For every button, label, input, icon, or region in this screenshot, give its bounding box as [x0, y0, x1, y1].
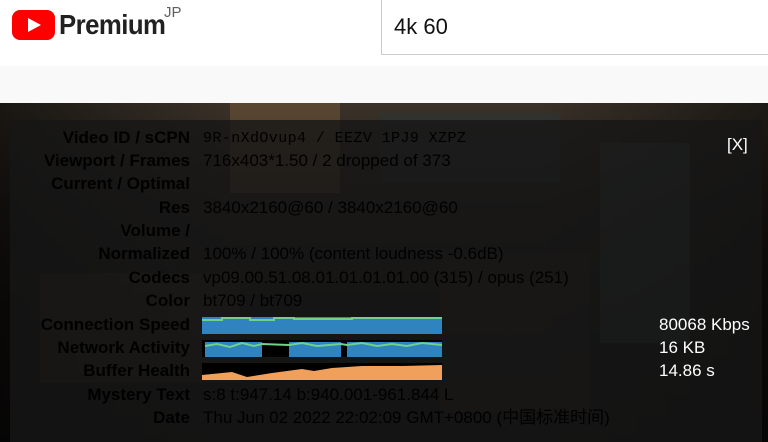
- stat-label-mystery-text: Mystery Text: [87, 385, 190, 404]
- logo-text: Premium: [59, 9, 166, 40]
- buffer-health-graph-svg: [202, 363, 442, 380]
- stat-value-mystery-text: s:8 t:947.14 b:940.001-961.844 L: [203, 385, 454, 404]
- buffer-health-graph: [202, 363, 442, 380]
- stat-label-volume: Volume /: [120, 221, 190, 240]
- network-activity-graph-svg: [202, 340, 442, 357]
- stat-label-codecs: Codecs: [128, 268, 190, 287]
- stat-value-res: 3840x2160@60 / 3840x2160@60: [203, 198, 458, 217]
- stat-label-connection-speed: Connection Speed: [40, 315, 190, 334]
- stats-close-button[interactable]: [X]: [727, 135, 748, 155]
- stat-value-video-id: 9R-nXdOvup4 / EEZV 1PJ9 XZPZ: [203, 130, 467, 147]
- stat-value-color: bt709 / bt709: [203, 291, 303, 310]
- stat-label-res: Res: [158, 198, 190, 217]
- connection-speed-graph-svg: [202, 317, 442, 334]
- stat-value-normalized: 100% / 100% (content loudness -0.6dB): [203, 244, 504, 263]
- youtube-play-icon: [12, 10, 55, 40]
- search-input[interactable]: [392, 12, 766, 42]
- stat-label-network-activity: Network Activity: [57, 338, 190, 357]
- stat-value-network-activity: 16 KB: [659, 338, 706, 357]
- stat-value-buffer-health: 14.86 s: [659, 361, 715, 380]
- stat-value-date: Thu Jun 02 2022 22:02:09 GMT+0800 (中国标准时…: [203, 408, 610, 427]
- connection-speed-graph: [202, 317, 442, 334]
- stat-value-codecs: vp09.00.51.08.01.01.01.01.00 (315) / opu…: [203, 268, 569, 287]
- youtube-premium-logo[interactable]: Premium: [12, 8, 175, 42]
- header: Premium JP: [0, 0, 768, 66]
- network-activity-graph: [202, 340, 442, 357]
- stat-label-date: Date: [153, 408, 190, 427]
- logo-region-code: JP: [164, 4, 182, 21]
- search-box[interactable]: [381, 0, 768, 55]
- stat-label-viewport: Viewport / Frames: [43, 151, 190, 170]
- stat-label-current-optimal: Current / Optimal: [51, 174, 190, 193]
- stat-value-connection-speed: 80068 Kbps: [659, 315, 750, 334]
- stat-label-color: Color: [145, 291, 190, 310]
- stat-label-video-id: Video ID / sCPN: [62, 128, 190, 147]
- stat-label-buffer-health: Buffer Health: [83, 361, 190, 380]
- stat-value-viewport: 716x403*1.50 / 2 dropped of 373: [203, 151, 451, 170]
- stat-label-normalized: Normalized: [98, 244, 190, 263]
